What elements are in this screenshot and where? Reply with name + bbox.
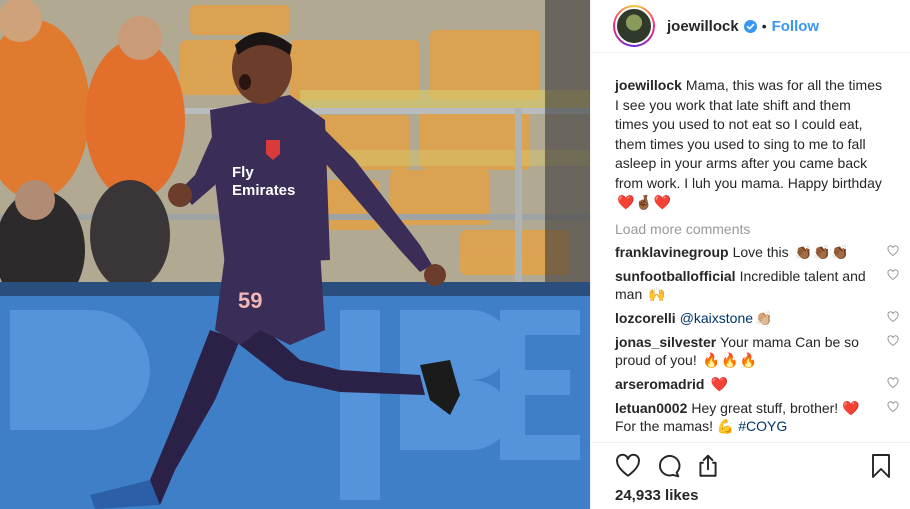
comment-item: letuan0002 Hey great stuff, brother! ❤️ F… (615, 399, 901, 435)
instagram-post: Fly Emirates 59 joewillock • Follow joew… (0, 0, 910, 509)
comment-item: jonas_silvester Your mama Can be so proud… (615, 333, 901, 369)
comment-tag-link[interactable]: @kaixstone (680, 310, 753, 326)
caption-username[interactable]: joewillock (615, 77, 682, 93)
comment-username[interactable]: letuan0002 (615, 400, 687, 416)
post-image: Fly Emirates 59 (0, 0, 590, 509)
avatar[interactable] (613, 5, 655, 47)
post-sidebar: joewillock • Follow joewillock Mama, this… (590, 0, 910, 509)
comment-item: lozcorelli @kaixstone 👏🏼 (615, 309, 901, 327)
heart-icon[interactable] (615, 453, 641, 479)
small-heart-icon[interactable] (887, 268, 899, 281)
load-more-comments-button[interactable]: Load more comments (615, 221, 901, 237)
comment-username[interactable]: lozcorelli (615, 310, 676, 326)
post-header: joewillock • Follow (591, 0, 910, 53)
shirt-number: 59 (238, 288, 262, 313)
comment-emoji: ❤️ (710, 375, 729, 392)
comment-item: franklavinegroup Love this 👏🏾👏🏾👏🏾 (615, 243, 901, 261)
comment-emoji: 🙌 (648, 285, 667, 302)
comment-list: franklavinegroup Love this 👏🏾👏🏾👏🏾 sunfootb… (615, 243, 901, 442)
small-heart-icon[interactable] (887, 334, 899, 347)
shirt-sponsor-line2: Emirates (232, 182, 295, 199)
comment-username[interactable]: jonas_silvester (615, 334, 716, 350)
comment-username[interactable]: franklavinegroup (615, 244, 729, 260)
post-photo[interactable]: Fly Emirates 59 (0, 0, 590, 509)
post-actions: 24,933 likes (591, 442, 910, 509)
comment-tag-link[interactable]: #COYG (738, 418, 787, 434)
comments-section: joewillock Mama, this was for all the tim… (591, 54, 910, 442)
comment-emoji: 🔥🔥🔥 (702, 351, 758, 368)
small-heart-icon[interactable] (887, 310, 899, 323)
post-caption: joewillock Mama, this was for all the tim… (615, 76, 901, 213)
caption-text: Mama, this was for all the times I see y… (615, 77, 882, 191)
like-count[interactable]: 24,933 likes (615, 487, 698, 504)
header-username[interactable]: joewillock (667, 18, 739, 35)
comment-emoji: 👏🏾👏🏾👏🏾 (794, 243, 850, 260)
comment-username[interactable]: arseromadrid (615, 376, 704, 392)
comment-item: sunfootballofficial Incredible talent and… (615, 267, 901, 303)
small-heart-icon[interactable] (887, 376, 899, 389)
comment-text: Love this (732, 243, 789, 260)
share-icon[interactable] (695, 453, 721, 479)
caption-emoji: ❤️🤞🏾❤️ (617, 194, 673, 210)
small-heart-icon[interactable] (887, 244, 899, 257)
comment-item: arseromadrid ❤️ (615, 375, 901, 393)
follow-button[interactable]: Follow (772, 18, 820, 35)
small-heart-icon[interactable] (887, 400, 899, 413)
comment-username[interactable]: sunfootballofficial (615, 268, 736, 284)
bookmark-icon[interactable] (869, 453, 893, 479)
comment-icon[interactable] (655, 453, 681, 479)
shirt-sponsor-line1: Fly (232, 164, 254, 181)
verified-badge-icon (743, 19, 757, 33)
separator-dot: • (761, 18, 767, 34)
comment-emoji: 👏🏼 (755, 309, 774, 326)
